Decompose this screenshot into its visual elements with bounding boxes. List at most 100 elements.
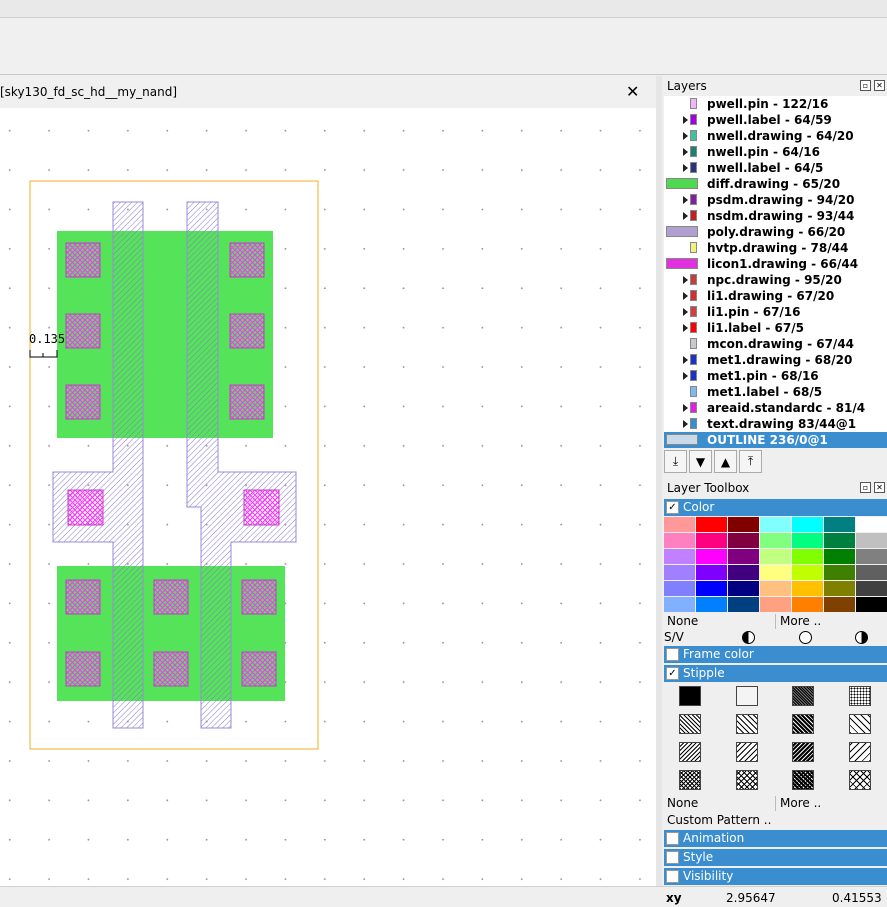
float-icon[interactable]: ▫ — [860, 482, 871, 493]
move-to-bottom-icon[interactable]: ⤓ — [664, 450, 687, 473]
palette-color-swatch[interactable] — [664, 533, 695, 548]
palette-color-swatch[interactable] — [728, 581, 759, 596]
move-up-icon[interactable]: ▲ — [714, 450, 737, 473]
color-none-button[interactable]: None — [667, 614, 698, 628]
palette-color-swatch[interactable] — [696, 581, 727, 596]
palette-color-swatch[interactable] — [856, 581, 887, 596]
expand-arrow-icon[interactable] — [683, 356, 688, 364]
stipple-diag-up-light[interactable] — [736, 742, 758, 762]
expand-arrow-icon[interactable] — [683, 404, 688, 412]
palette-color-swatch[interactable] — [792, 517, 823, 532]
stipple-cross-dense[interactable] — [679, 770, 701, 790]
color-checkbox[interactable]: ✓ — [666, 501, 679, 514]
palette-color-swatch[interactable] — [792, 565, 823, 580]
layer-row[interactable]: nsdm.drawing - 93/44 — [664, 208, 887, 224]
palette-color-swatch[interactable] — [824, 549, 855, 564]
layers-list[interactable]: pwell.pin - 122/16 pwell.label - 64/59 nwe… — [664, 96, 887, 448]
expand-arrow-icon[interactable] — [683, 276, 688, 284]
layer-row[interactable]: pwell.pin - 122/16 — [664, 96, 887, 112]
palette-color-swatch[interactable] — [792, 533, 823, 548]
move-down-icon[interactable]: ▼ — [689, 450, 712, 473]
stipple-dense[interactable] — [792, 686, 814, 706]
palette-color-swatch[interactable] — [760, 597, 791, 612]
palette-color-swatch[interactable] — [696, 517, 727, 532]
stipple-cross-heavy[interactable] — [792, 770, 814, 790]
palette-color-swatch[interactable] — [856, 597, 887, 612]
layout-canvas[interactable]: 0.135 — [0, 108, 656, 886]
palette-color-swatch[interactable] — [696, 597, 727, 612]
stipple-hollow[interactable] — [736, 686, 758, 706]
frame-color-section-header[interactable]: Frame color — [664, 646, 887, 663]
stipple-cross-light[interactable] — [736, 770, 758, 790]
stipple-diag-up[interactable] — [679, 742, 701, 762]
float-icon[interactable]: ▫ — [860, 80, 871, 91]
stipple-diag-down[interactable] — [679, 714, 701, 734]
stipple-solid[interactable] — [679, 686, 701, 706]
animation-section-header[interactable]: Animation — [664, 830, 887, 847]
layer-row[interactable]: met1.pin - 68/16 — [664, 368, 887, 384]
stipple-cross-sparse[interactable] — [849, 770, 871, 790]
palette-color-swatch[interactable] — [856, 517, 887, 532]
expand-arrow-icon[interactable] — [683, 164, 688, 172]
stipple-dots[interactable] — [849, 686, 871, 706]
palette-color-swatch[interactable] — [792, 549, 823, 564]
palette-color-swatch[interactable] — [760, 565, 791, 580]
palette-color-swatch[interactable] — [856, 533, 887, 548]
custom-pattern-button[interactable]: Custom Pattern .. — [667, 813, 771, 827]
palette-color-swatch[interactable] — [824, 565, 855, 580]
frame-color-checkbox[interactable] — [666, 648, 679, 661]
stipple-diag-down-heavy[interactable] — [792, 714, 814, 734]
layer-row[interactable]: mcon.drawing - 67/44 — [664, 336, 887, 352]
palette-color-swatch[interactable] — [760, 517, 791, 532]
stipple-section-header[interactable]: ✓ Stipple — [664, 665, 887, 682]
close-icon[interactable]: ✕ — [874, 482, 885, 493]
layer-row[interactable]: OUTLINE 236/0@1 — [664, 432, 887, 448]
visibility-section-header[interactable]: Visibility — [664, 868, 887, 885]
expand-arrow-icon[interactable] — [683, 116, 688, 124]
layer-row[interactable]: li1.drawing - 67/20 — [664, 288, 887, 304]
palette-color-swatch[interactable] — [824, 581, 855, 596]
palette-color-swatch[interactable] — [696, 533, 727, 548]
layer-row[interactable]: nwell.pin - 64/16 — [664, 144, 887, 160]
expand-arrow-icon[interactable] — [683, 324, 688, 332]
layer-row[interactable]: met1.label - 68/5 — [664, 384, 887, 400]
layer-row[interactable]: hvtp.drawing - 78/44 — [664, 240, 887, 256]
stipple-more-button[interactable]: More .. — [780, 796, 821, 810]
palette-color-swatch[interactable] — [664, 517, 695, 532]
stipple-diag-up-heavy[interactable] — [792, 742, 814, 762]
color-more-button[interactable]: More .. — [780, 614, 821, 628]
palette-color-swatch[interactable] — [824, 533, 855, 548]
palette-color-swatch[interactable] — [728, 517, 759, 532]
palette-color-swatch[interactable] — [760, 533, 791, 548]
layer-row[interactable]: npc.drawing - 95/20 — [664, 272, 887, 288]
expand-arrow-icon[interactable] — [683, 292, 688, 300]
expand-arrow-icon[interactable] — [683, 420, 688, 428]
layer-row[interactable]: psdm.drawing - 94/20 — [664, 192, 887, 208]
palette-color-swatch[interactable] — [824, 597, 855, 612]
palette-color-swatch[interactable] — [728, 549, 759, 564]
visibility-checkbox[interactable] — [666, 870, 679, 883]
animation-checkbox[interactable] — [666, 832, 679, 845]
stipple-diag-up-sparse[interactable] — [849, 742, 871, 762]
layer-row[interactable]: areaid.standardc - 81/4 — [664, 400, 887, 416]
brighter-icon[interactable] — [799, 631, 812, 644]
close-icon[interactable]: ✕ — [874, 80, 885, 91]
palette-color-swatch[interactable] — [664, 549, 695, 564]
palette-color-swatch[interactable] — [792, 581, 823, 596]
move-to-top-icon[interactable]: ⤒ — [739, 450, 762, 473]
layer-row[interactable]: met1.drawing - 68/20 — [664, 352, 887, 368]
stipple-none-button[interactable]: None — [667, 796, 698, 810]
palette-color-swatch[interactable] — [696, 565, 727, 580]
expand-arrow-icon[interactable] — [683, 148, 688, 156]
expand-arrow-icon[interactable] — [683, 308, 688, 316]
saturation-icon[interactable] — [855, 631, 868, 644]
stipple-diag-down-light[interactable] — [736, 714, 758, 734]
palette-color-swatch[interactable] — [760, 549, 791, 564]
palette-color-swatch[interactable] — [664, 581, 695, 596]
layout-tab-title[interactable]: [sky130_fd_sc_hd__my_nand] — [0, 85, 177, 99]
expand-arrow-icon[interactable] — [683, 132, 688, 140]
palette-color-swatch[interactable] — [664, 597, 695, 612]
palette-color-swatch[interactable] — [856, 549, 887, 564]
palette-color-swatch[interactable] — [728, 565, 759, 580]
layer-row[interactable]: text.drawing 83/44@1 — [664, 416, 887, 432]
